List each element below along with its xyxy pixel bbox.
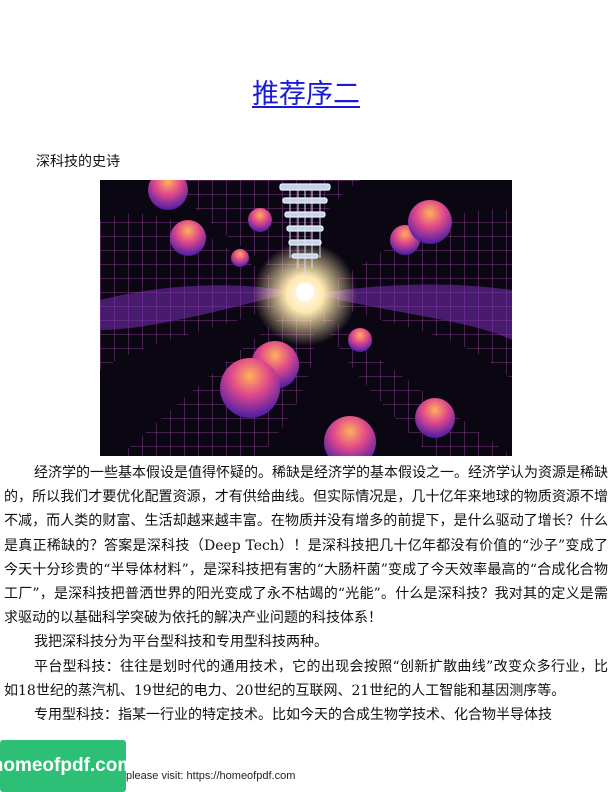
watermark-note[interactable]: please visit: https://homeofpdf.com (126, 770, 296, 782)
section-subtitle: 深科技的史诗 (36, 154, 120, 170)
paragraph: 经济学的一些基本假设是值得怀疑的。稀缺是经济学的基本假设之一。经济学认为资源是稀… (4, 465, 608, 627)
body-text: 经济学的一些基本假设是值得怀疑的。稀缺是经济学的基本假设之一。经济学认为资源是稀… (4, 461, 608, 727)
paragraph: 我把深科技分为平台型科技和专用型科技两种。 (34, 634, 328, 651)
cover-illustration (100, 180, 512, 456)
watermark-logo[interactable]: homeofpdf.com (0, 740, 134, 792)
paragraph: 专用型科技：指某一行业的特定技术。比如今天的合成生物学技术、化合物半导体技 (34, 707, 552, 724)
illustration-svg (100, 180, 512, 456)
paragraph: 平台型科技：往往是划时代的通用技术，它的出现会按照“创新扩散曲线”改变众多行业，… (4, 658, 608, 699)
page-title: 推荐序二 (252, 79, 360, 110)
